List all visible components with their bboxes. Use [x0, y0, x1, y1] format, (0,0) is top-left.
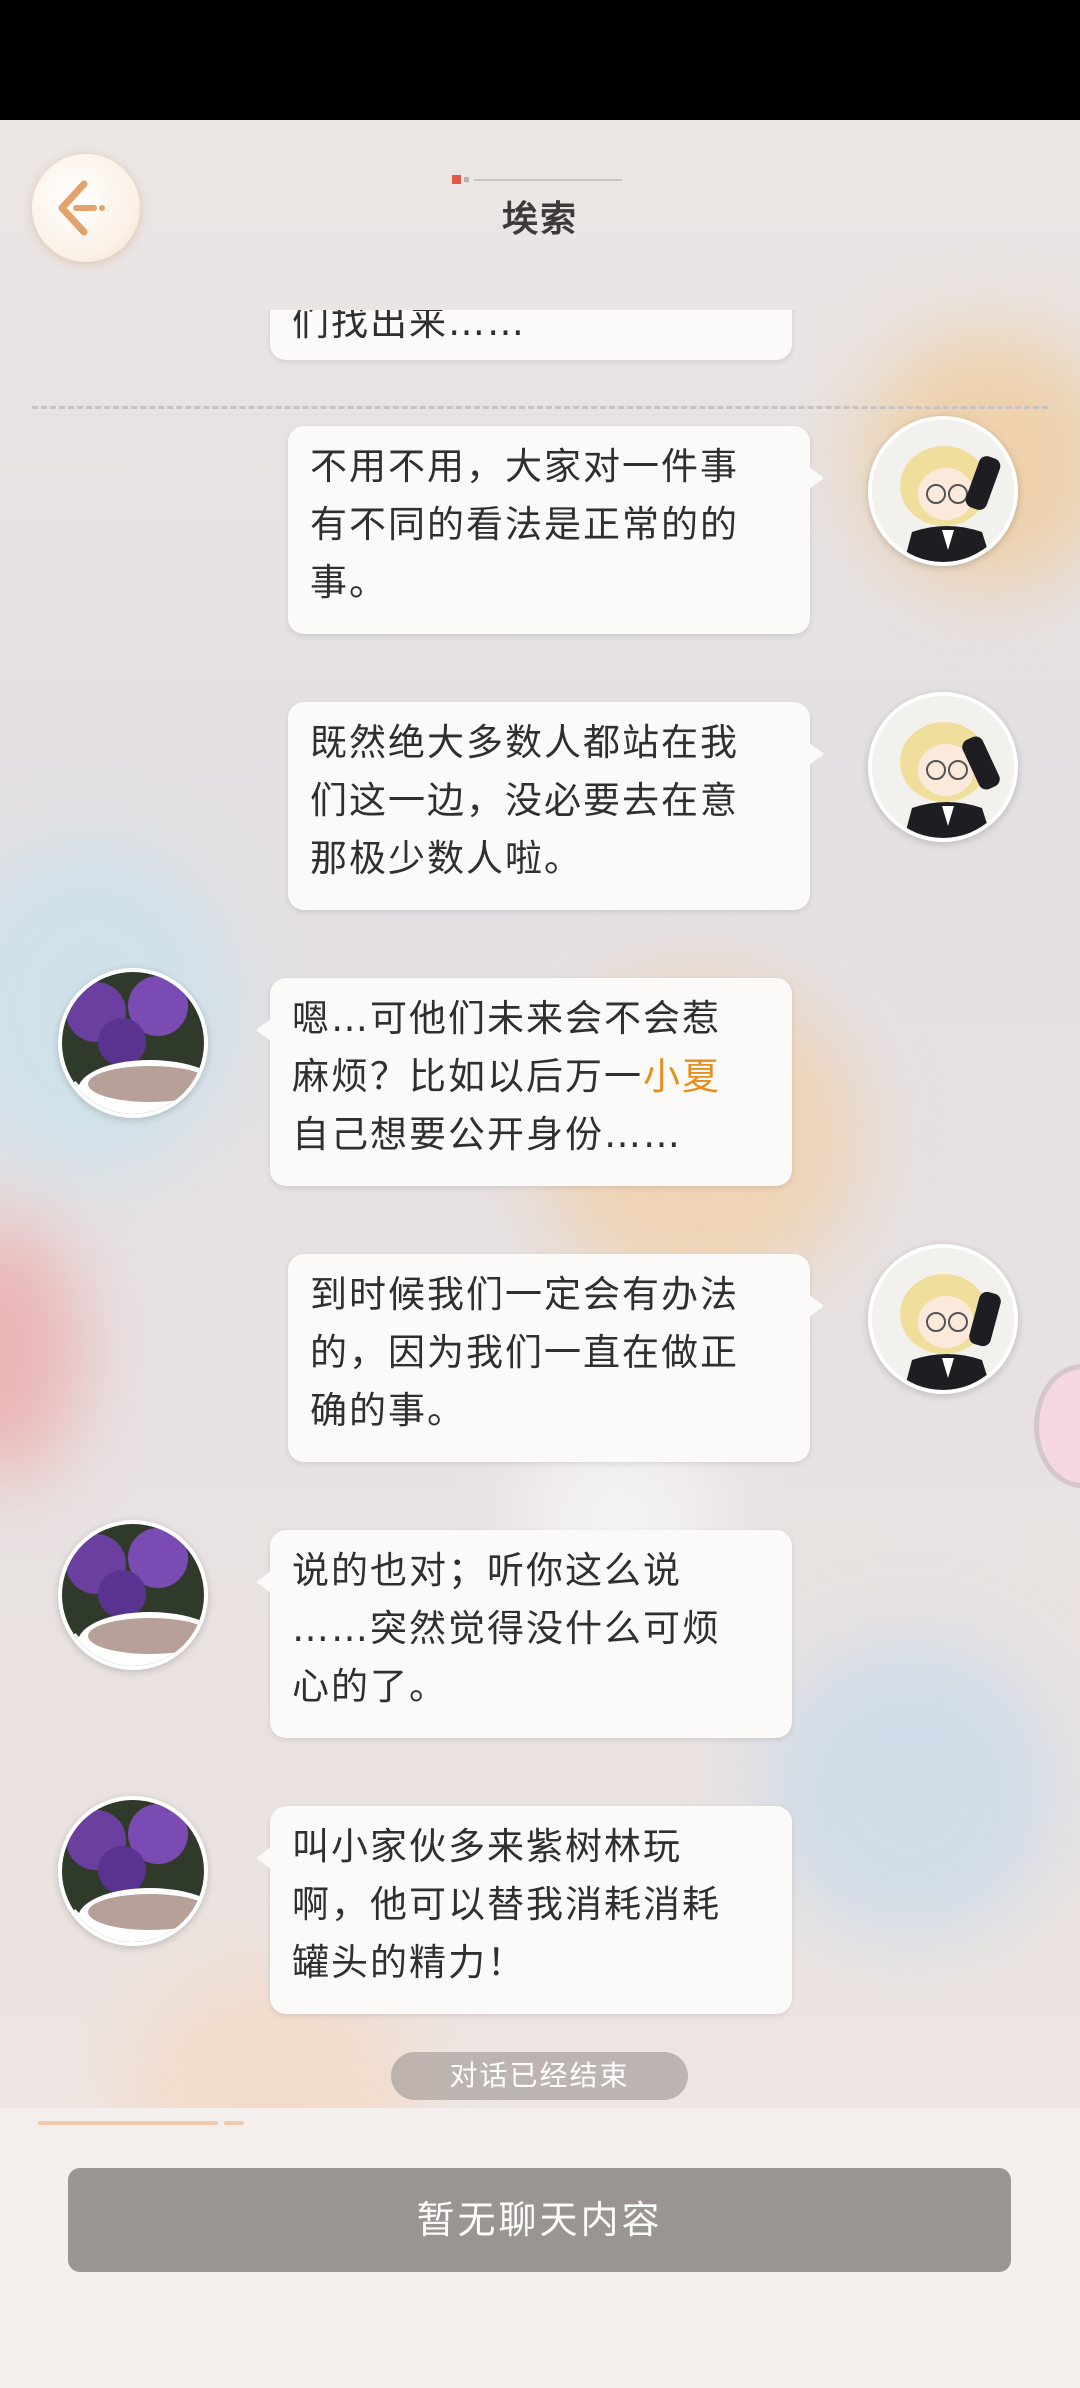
- message-bubble: 到时候我们一定会有办法 的，因为我们一直在做正 确的事。: [288, 1254, 824, 1462]
- status-bar: [0, 0, 1080, 120]
- message-line: 啊，他可以替我消耗消耗: [292, 1883, 721, 1926]
- message-text: 们找出来……: [292, 310, 526, 344]
- footer-ornament: [38, 2121, 244, 2125]
- message-line: 说的也对；听你这么说: [292, 1549, 682, 1592]
- message-line: 那极少数人啦。: [310, 837, 583, 880]
- message-line: 确的事。: [310, 1389, 466, 1432]
- message-bubble: 叫小家伙多来紫树林玩 啊，他可以替我消耗消耗 罐头的精力！: [256, 1806, 792, 2014]
- avatar-contact[interactable]: [58, 968, 208, 1118]
- message-bubble: 不用不用，大家对一件事 有不同的看法是正常的的 事。: [288, 426, 824, 634]
- message-line: 有不同的看法是正常的的: [310, 503, 739, 546]
- page-title: 埃索: [501, 199, 578, 240]
- message-list[interactable]: 们找出来…… 不用不用，大家对一件事 有不同的看法是正常的的 事。 既然绝大多数…: [0, 310, 1080, 2100]
- message-line: 们这一边，没必要去在意: [310, 779, 739, 822]
- chat-input-button[interactable]: 暂无聊天内容: [68, 2168, 1011, 2272]
- avatar-self[interactable]: [868, 416, 1018, 566]
- message-line: 心的了。: [292, 1665, 448, 1708]
- message-line: 的，因为我们一直在做正: [310, 1331, 739, 1374]
- message-line: 麻烦？比如以后万一: [292, 1055, 643, 1098]
- message-line: 罐头的精力！: [292, 1941, 526, 1984]
- avatar-self[interactable]: [868, 1244, 1018, 1394]
- avatar-self[interactable]: [868, 692, 1018, 842]
- message-line: 嗯…可他们未来会不会惹: [292, 997, 721, 1040]
- avatar-contact[interactable]: [58, 1796, 208, 1946]
- avatar-contact[interactable]: [58, 1520, 208, 1670]
- message-line: ……突然觉得没什么可烦: [292, 1607, 721, 1650]
- message-bubble: 说的也对；听你这么说 ……突然觉得没什么可烦 心的了。: [256, 1530, 792, 1738]
- conversation-ended-badge: 对话已经结束: [391, 2052, 688, 2100]
- message-line: 不用不用，大家对一件事: [310, 445, 739, 488]
- title-ornament: [452, 175, 622, 184]
- message-line: 自己想要公开身份……: [292, 1113, 682, 1156]
- message-bubble: 既然绝大多数人都站在我 们这一边，没必要去在意 那极少数人啦。: [288, 702, 824, 910]
- highlighted-name[interactable]: 小夏: [643, 1055, 721, 1098]
- message-line: 到时候我们一定会有办法: [310, 1273, 739, 1316]
- message-line: 既然绝大多数人都站在我: [310, 721, 739, 764]
- message-bubble: 嗯…可他们未来会不会惹 麻烦？比如以后万一小夏 自己想要公开身份……: [256, 978, 792, 1186]
- chat-header: 埃索: [0, 120, 1080, 409]
- message-line: 叫小家伙多来紫树林玩: [292, 1825, 682, 1868]
- message-line: 事。: [310, 561, 388, 604]
- message-bubble: 们找出来……: [270, 310, 792, 360]
